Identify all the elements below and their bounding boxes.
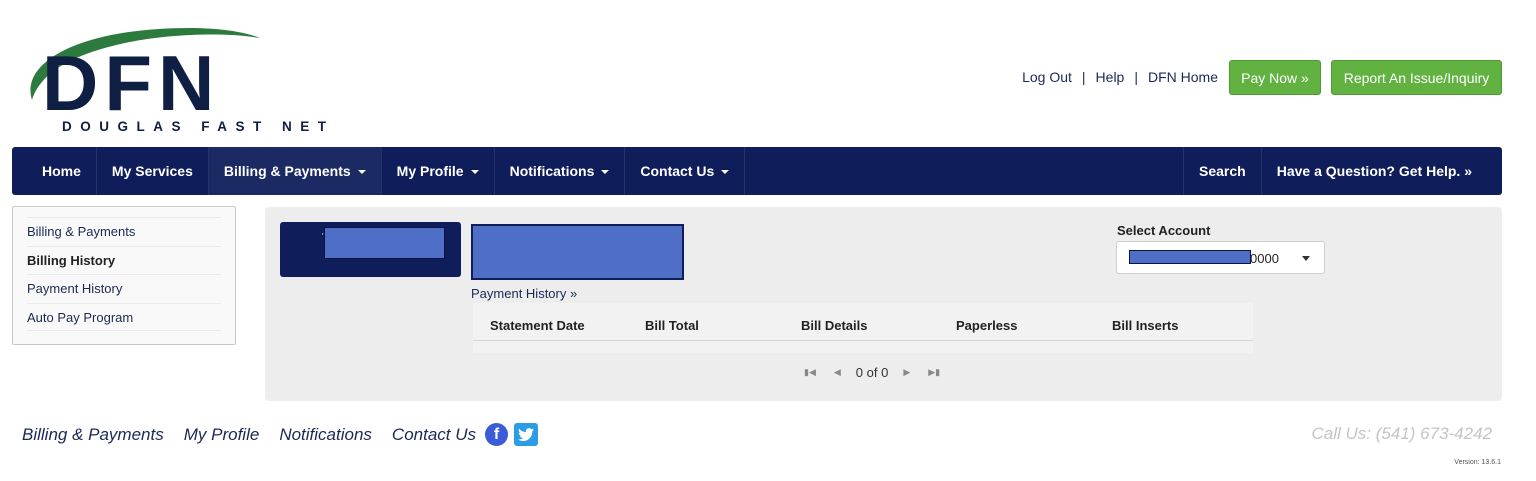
nav-my-services[interactable]: My Services [97,147,209,195]
nav-notifications-label: Notifications [509,163,595,179]
sidebar-item-billing-payments[interactable]: Billing & Payments [27,217,221,246]
nav-my-services-label: My Services [111,163,193,179]
footer-link-billing[interactable]: Billing & Payments [22,425,164,445]
caret-down-icon [721,170,730,174]
payment-history-link[interactable]: Payment History » [471,286,577,301]
pay-now-button[interactable]: Pay Now » [1229,60,1321,95]
nav-my-profile[interactable]: My Profile [382,147,495,195]
sidebar-item-billing-history[interactable]: Billing History [27,245,221,275]
prev-page-icon[interactable]: ◀ [834,367,841,378]
top-links: Log Out | Help | DFN Home [1022,69,1218,85]
footer-link-profile[interactable]: My Profile [184,425,260,445]
logout-link[interactable]: Log Out [1022,69,1072,85]
billing-history-panel: ' Payment History » Select Account 0000 … [265,207,1502,401]
billing-sidebar: Billing & Payments Billing History Payme… [12,206,236,345]
link-separator: | [1081,69,1086,85]
version-text: Version: 13.6.1 [1454,459,1501,466]
nav-contact-us-label: Contact Us [640,163,715,179]
redacted-account-info [324,227,445,259]
main-nav: Home My Services Billing & Payments My P… [12,147,1502,195]
footer-links: Billing & Payments My Profile Notificati… [22,423,539,446]
caret-down-icon [470,170,479,174]
account-number-suffix: 0000 [1250,251,1279,266]
next-page-icon[interactable]: ▶ [903,367,910,378]
nav-my-profile-label: My Profile [396,163,464,179]
nav-get-help-label: Have a Question? Get Help. » [1276,163,1472,179]
table-pager: ▮◀ ◀ 0 of 0 ▶ ▶▮ [795,365,949,380]
pager-status: 0 of 0 [855,365,889,380]
caret-down-icon [601,170,610,174]
chevron-down-icon [1302,256,1310,261]
account-tile: ' [280,222,461,277]
select-account-dropdown[interactable]: 0000 [1116,241,1325,274]
twitter-icon[interactable] [514,423,539,446]
nav-home-label: Home [42,163,81,179]
billing-history-table: Statement Date Bill Total Bill Details P… [473,303,1253,353]
sidebar-item-payment-history[interactable]: Payment History [27,274,221,303]
table-header-row: Statement Date Bill Total Bill Details P… [473,303,1253,341]
nav-notifications[interactable]: Notifications [495,147,626,195]
logo-letters: DFN [42,39,220,112]
last-page-icon[interactable]: ▶▮ [928,367,940,378]
redacted-customer-name [471,224,684,280]
dfn-logo[interactable]: DFN DOUGLAS FAST NET [20,22,326,137]
link-separator: | [1134,69,1138,85]
nav-get-help[interactable]: Have a Question? Get Help. » [1262,147,1502,195]
first-page-icon[interactable]: ▮◀ [804,367,816,378]
select-account-label: Select Account [1117,223,1211,238]
logo-subtitle: DOUGLAS FAST NET [62,119,335,134]
nav-contact-us[interactable]: Contact Us [625,147,746,195]
footer-link-contact[interactable]: Contact Us [392,425,476,445]
footer-link-notifications[interactable]: Notifications [279,425,372,445]
nav-search[interactable]: Search [1183,147,1262,195]
facebook-icon[interactable]: f [485,423,509,446]
nav-home[interactable]: Home [12,147,97,195]
col-bill-total[interactable]: Bill Total [645,318,699,333]
help-link[interactable]: Help [1096,69,1125,85]
col-bill-details[interactable]: Bill Details [801,318,867,333]
col-bill-inserts[interactable]: Bill Inserts [1112,318,1178,333]
col-statement-date[interactable]: Statement Date [490,318,585,333]
report-issue-button[interactable]: Report An Issue/Inquiry [1331,60,1502,95]
dfn-home-link[interactable]: DFN Home [1148,69,1218,85]
call-us-text: Call Us: (541) 673-4242 [1311,424,1492,443]
nav-billing-payments-label: Billing & Payments [223,163,351,179]
nav-search-label: Search [1199,163,1246,179]
caret-down-icon [357,170,366,174]
redacted-account-number [1129,250,1251,264]
sidebar-item-auto-pay[interactable]: Auto Pay Program [27,302,221,331]
col-paperless[interactable]: Paperless [956,318,1017,333]
nav-billing-payments[interactable]: Billing & Payments [208,147,382,195]
